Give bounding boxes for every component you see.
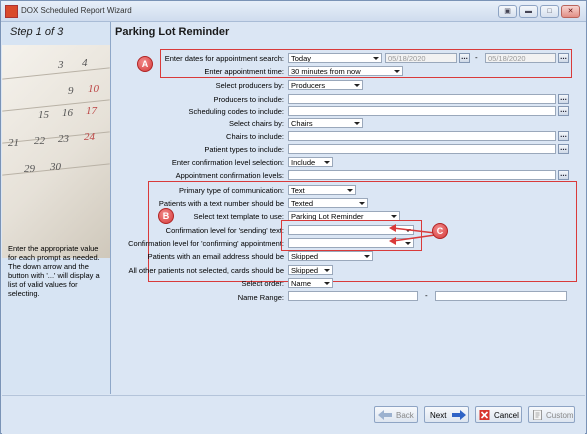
- text-number-label: Patients with a text number should be: [158, 199, 284, 208]
- others-label: All other patients not selected, cards s…: [128, 266, 284, 275]
- window-title: DOX Scheduled Report Wizard: [21, 6, 132, 15]
- chevron-down-icon: [323, 159, 331, 165]
- annotation-arrows: [389, 224, 436, 245]
- annotation-box-a: [160, 49, 572, 78]
- primary-comm-select[interactable]: Text: [288, 185, 356, 195]
- chairs-picker-button[interactable]: ...: [558, 131, 569, 141]
- cancel-button[interactable]: Cancel: [475, 406, 522, 423]
- chevron-down-icon: [358, 200, 366, 206]
- maximize-button[interactable]: □: [540, 5, 559, 18]
- button-bar: Back Next Cancel Custom: [2, 395, 585, 434]
- patient-types-label: Patient types to include:: [204, 145, 284, 154]
- restore-button[interactable]: ▣: [498, 5, 517, 18]
- producers-label: Producers to include:: [213, 95, 284, 104]
- text-number-select[interactable]: Texted: [288, 198, 368, 208]
- sched-codes-picker-button[interactable]: ...: [558, 106, 569, 116]
- title-bar: DOX Scheduled Report Wizard ▣ ▬ □ ✕: [1, 1, 586, 22]
- name-separator: -: [425, 291, 428, 300]
- others-select[interactable]: Skipped: [288, 265, 333, 275]
- chairs-by-label: Select chairs by:: [228, 119, 284, 128]
- chairs-label: Chairs to include:: [226, 132, 284, 141]
- appt-confirm-field[interactable]: [288, 170, 556, 180]
- chevron-down-icon: [353, 120, 361, 126]
- order-select[interactable]: Name: [288, 278, 333, 288]
- template-label: Select text template to use:: [193, 212, 284, 221]
- confirm-selection-select[interactable]: Include: [288, 157, 333, 167]
- arrow-left-icon: [378, 410, 392, 420]
- primary-comm-label: Primary type of communication:: [178, 186, 284, 195]
- wizard-window: DOX Scheduled Report Wizard ▣ ▬ □ ✕ Step…: [0, 0, 587, 434]
- patient-types-field[interactable]: [288, 144, 556, 154]
- help-text: Enter the appropriate value for each pro…: [8, 244, 100, 298]
- document-icon: [533, 410, 542, 420]
- arrow-right-icon: [452, 410, 466, 420]
- chevron-down-icon: [353, 82, 361, 88]
- confirming-label: Confirmation level for 'confirming' appo…: [128, 239, 284, 248]
- custom-button[interactable]: Custom: [528, 406, 575, 423]
- chevron-down-icon: [390, 213, 398, 219]
- name-range-label: Name Range:: [237, 293, 284, 302]
- chairs-field[interactable]: [288, 131, 556, 141]
- left-panel: Step 1 of 3 3 4 9 10 15 16 17 21 22 23 2…: [2, 22, 111, 394]
- chevron-down-icon: [323, 267, 331, 273]
- close-icon: [479, 410, 490, 420]
- annotation-badge-b: B: [158, 208, 174, 224]
- appt-confirm-label: Appointment confirmation levels:: [175, 171, 284, 180]
- back-button[interactable]: Back: [374, 406, 418, 423]
- chairs-by-select[interactable]: Chairs: [288, 118, 363, 128]
- minimize-button[interactable]: ▬: [519, 5, 538, 18]
- sched-codes-label: Scheduling codes to include:: [188, 107, 284, 116]
- annotation-badge-a: A: [137, 56, 153, 72]
- chevron-down-icon: [323, 280, 331, 286]
- chevron-down-icon: [346, 187, 354, 193]
- patient-types-picker-button[interactable]: ...: [558, 144, 569, 154]
- sending-label: Confirmation level for 'sending' text:: [165, 226, 284, 235]
- annotation-badge-c: C: [432, 223, 448, 239]
- producers-picker-button[interactable]: ...: [558, 94, 569, 104]
- close-button[interactable]: ✕: [561, 5, 580, 18]
- step-indicator: Step 1 of 3: [10, 26, 64, 38]
- name-to-field[interactable]: [435, 291, 567, 301]
- calendar-image: 3 4 9 10 15 16 17 21 22 23 24 29 30: [2, 45, 110, 258]
- chevron-down-icon: [363, 253, 371, 259]
- email-select[interactable]: Skipped: [288, 251, 373, 261]
- producers-by-select[interactable]: Producers: [288, 80, 363, 90]
- email-label: Patients with an email address should be: [147, 252, 284, 261]
- page-title: Parking Lot Reminder: [115, 26, 230, 38]
- sched-codes-field[interactable]: [288, 106, 556, 116]
- name-from-field[interactable]: [288, 291, 418, 301]
- next-button[interactable]: Next: [424, 406, 469, 423]
- producers-by-label: Select producers by:: [215, 81, 284, 90]
- confirm-selection-label: Enter confirmation level selection:: [171, 158, 284, 167]
- producers-field[interactable]: [288, 94, 556, 104]
- appt-confirm-picker-button[interactable]: ...: [558, 170, 569, 180]
- order-label: Select order:: [241, 279, 284, 288]
- app-icon: [5, 5, 18, 18]
